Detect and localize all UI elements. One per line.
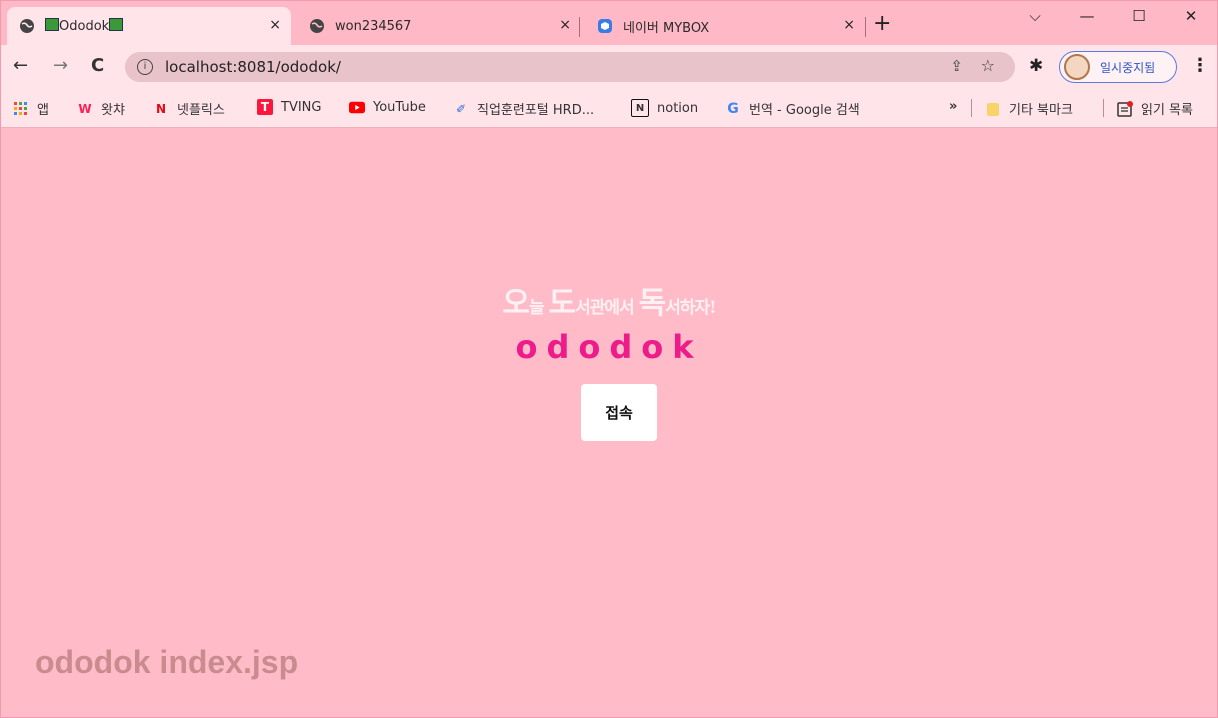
bookmarks-bar: 앱 W 왓챠 N 넷플릭스 T TVING YouTube ✐ 직업훈련포털 H… bbox=[1, 89, 1217, 128]
hrd-icon: ✐ bbox=[455, 101, 467, 116]
slogan: 오늘 도서관에서 독서하자! bbox=[502, 286, 716, 321]
minimize-button[interactable]: — bbox=[1061, 1, 1113, 31]
netflix-icon: N bbox=[155, 101, 167, 116]
mybox-icon bbox=[597, 18, 613, 34]
share-icon[interactable]: ⇪ bbox=[950, 57, 963, 75]
tab-mybox[interactable]: 네이버 MYBOX × bbox=[585, 7, 865, 45]
bookmark-label: YouTube bbox=[373, 99, 426, 115]
page-content: 오늘 도서관에서 독서하자! ododok 접속 ododok index.js… bbox=[1, 128, 1217, 717]
page-file-label: ododok index.jsp bbox=[35, 644, 299, 680]
tab-won234567[interactable]: won234567 × bbox=[297, 7, 581, 45]
bookmarks-overflow-button[interactable]: » bbox=[949, 99, 957, 114]
bookmark-separator bbox=[971, 99, 972, 117]
enter-button[interactable]: 접속 bbox=[581, 384, 657, 441]
close-window-button[interactable]: ✕ bbox=[1165, 1, 1217, 31]
browser-toolbar: ← → C i localhost:8081/ododok/ ⇪ ☆ ✱ 일시중… bbox=[1, 45, 1217, 89]
tab-separator bbox=[865, 17, 866, 37]
bookmark-notion[interactable]: N notion bbox=[631, 99, 698, 117]
apps-grid-icon bbox=[13, 101, 29, 117]
close-tab-icon[interactable]: × bbox=[269, 17, 281, 33]
youtube-icon bbox=[349, 99, 365, 115]
url-text[interactable]: localhost:8081/ododok/ bbox=[165, 58, 341, 76]
bookmark-netflix[interactable]: N 넷플릭스 bbox=[153, 99, 225, 119]
tab-title: won234567 bbox=[335, 18, 412, 34]
google-icon: G bbox=[727, 100, 739, 117]
bookmark-separator bbox=[1103, 99, 1104, 117]
kebab-menu-icon[interactable]: ⋮ bbox=[1191, 55, 1209, 76]
extensions-puzzle-icon[interactable]: ✱ bbox=[1029, 56, 1043, 76]
bookmark-tving[interactable]: T TVING bbox=[257, 99, 321, 115]
close-tab-icon[interactable]: × bbox=[843, 17, 855, 33]
browser-window: Ododok × won234567 × 네이버 MYBOX × + ⌵ — ☐… bbox=[0, 0, 1218, 718]
reading-list-icon bbox=[1117, 100, 1133, 117]
globe-icon bbox=[309, 18, 325, 34]
tab-title: Ododok bbox=[59, 19, 110, 34]
tab-title: 네이버 MYBOX bbox=[623, 20, 710, 36]
notion-icon: N bbox=[631, 99, 649, 117]
info-icon[interactable]: i bbox=[137, 59, 153, 75]
bookmark-label: 읽기 목록 bbox=[1141, 103, 1193, 118]
watcha-icon: W bbox=[78, 101, 92, 116]
other-bookmarks-folder[interactable]: 기타 북마크 bbox=[985, 99, 1073, 118]
bookmark-label: 넷플릭스 bbox=[177, 103, 225, 118]
tab-ododok[interactable]: Ododok × bbox=[7, 7, 291, 45]
reload-button[interactable]: C bbox=[91, 55, 104, 76]
bookmark-label: 앱 bbox=[37, 103, 49, 118]
tving-icon: T bbox=[257, 99, 273, 115]
back-button[interactable]: ← bbox=[13, 55, 28, 76]
bookmark-apps[interactable]: 앱 bbox=[13, 99, 49, 118]
bookmark-hrd[interactable]: ✐ 직업훈련포털 HRD... bbox=[453, 99, 595, 119]
book-icon bbox=[45, 18, 59, 31]
new-tab-button[interactable]: + bbox=[873, 13, 891, 35]
folder-icon bbox=[985, 101, 1001, 117]
bookmark-label: 기타 북마크 bbox=[1009, 103, 1073, 118]
bookmark-label: notion bbox=[657, 100, 699, 116]
tab-search-icon[interactable]: ⌵ bbox=[1009, 1, 1061, 31]
bookmark-label: 직업훈련포털 HRD... bbox=[477, 103, 595, 118]
globe-icon bbox=[19, 18, 35, 34]
address-bar[interactable]: i localhost:8081/ododok/ ⇪ ☆ bbox=[125, 52, 1015, 82]
bookmark-google-translate[interactable]: G 번역 - Google 검색 bbox=[725, 99, 860, 119]
forward-button[interactable]: → bbox=[53, 55, 68, 76]
window-controls: ⌵ — ☐ ✕ bbox=[1009, 1, 1217, 31]
profile-button[interactable]: 일시중지됨 bbox=[1059, 51, 1177, 83]
tab-strip: Ododok × won234567 × 네이버 MYBOX × + ⌵ — ☐… bbox=[1, 1, 1217, 45]
book-icon bbox=[109, 18, 124, 31]
bookmark-star-icon[interactable]: ☆ bbox=[981, 56, 995, 75]
bookmark-label: 왓챠 bbox=[101, 103, 125, 118]
close-tab-icon[interactable]: × bbox=[559, 17, 571, 33]
maximize-button[interactable]: ☐ bbox=[1113, 1, 1165, 31]
bookmark-label: 번역 - Google 검색 bbox=[749, 103, 860, 118]
bookmark-youtube[interactable]: YouTube bbox=[349, 99, 426, 115]
brand-title: ododok bbox=[515, 328, 703, 366]
bookmark-watcha[interactable]: W 왓챠 bbox=[77, 99, 125, 119]
avatar bbox=[1064, 54, 1090, 80]
bookmark-label: TVING bbox=[281, 99, 322, 115]
tab-separator bbox=[579, 17, 580, 37]
reading-list-button[interactable]: 읽기 목록 bbox=[1117, 99, 1193, 118]
profile-status: 일시중지됨 bbox=[1100, 60, 1156, 75]
